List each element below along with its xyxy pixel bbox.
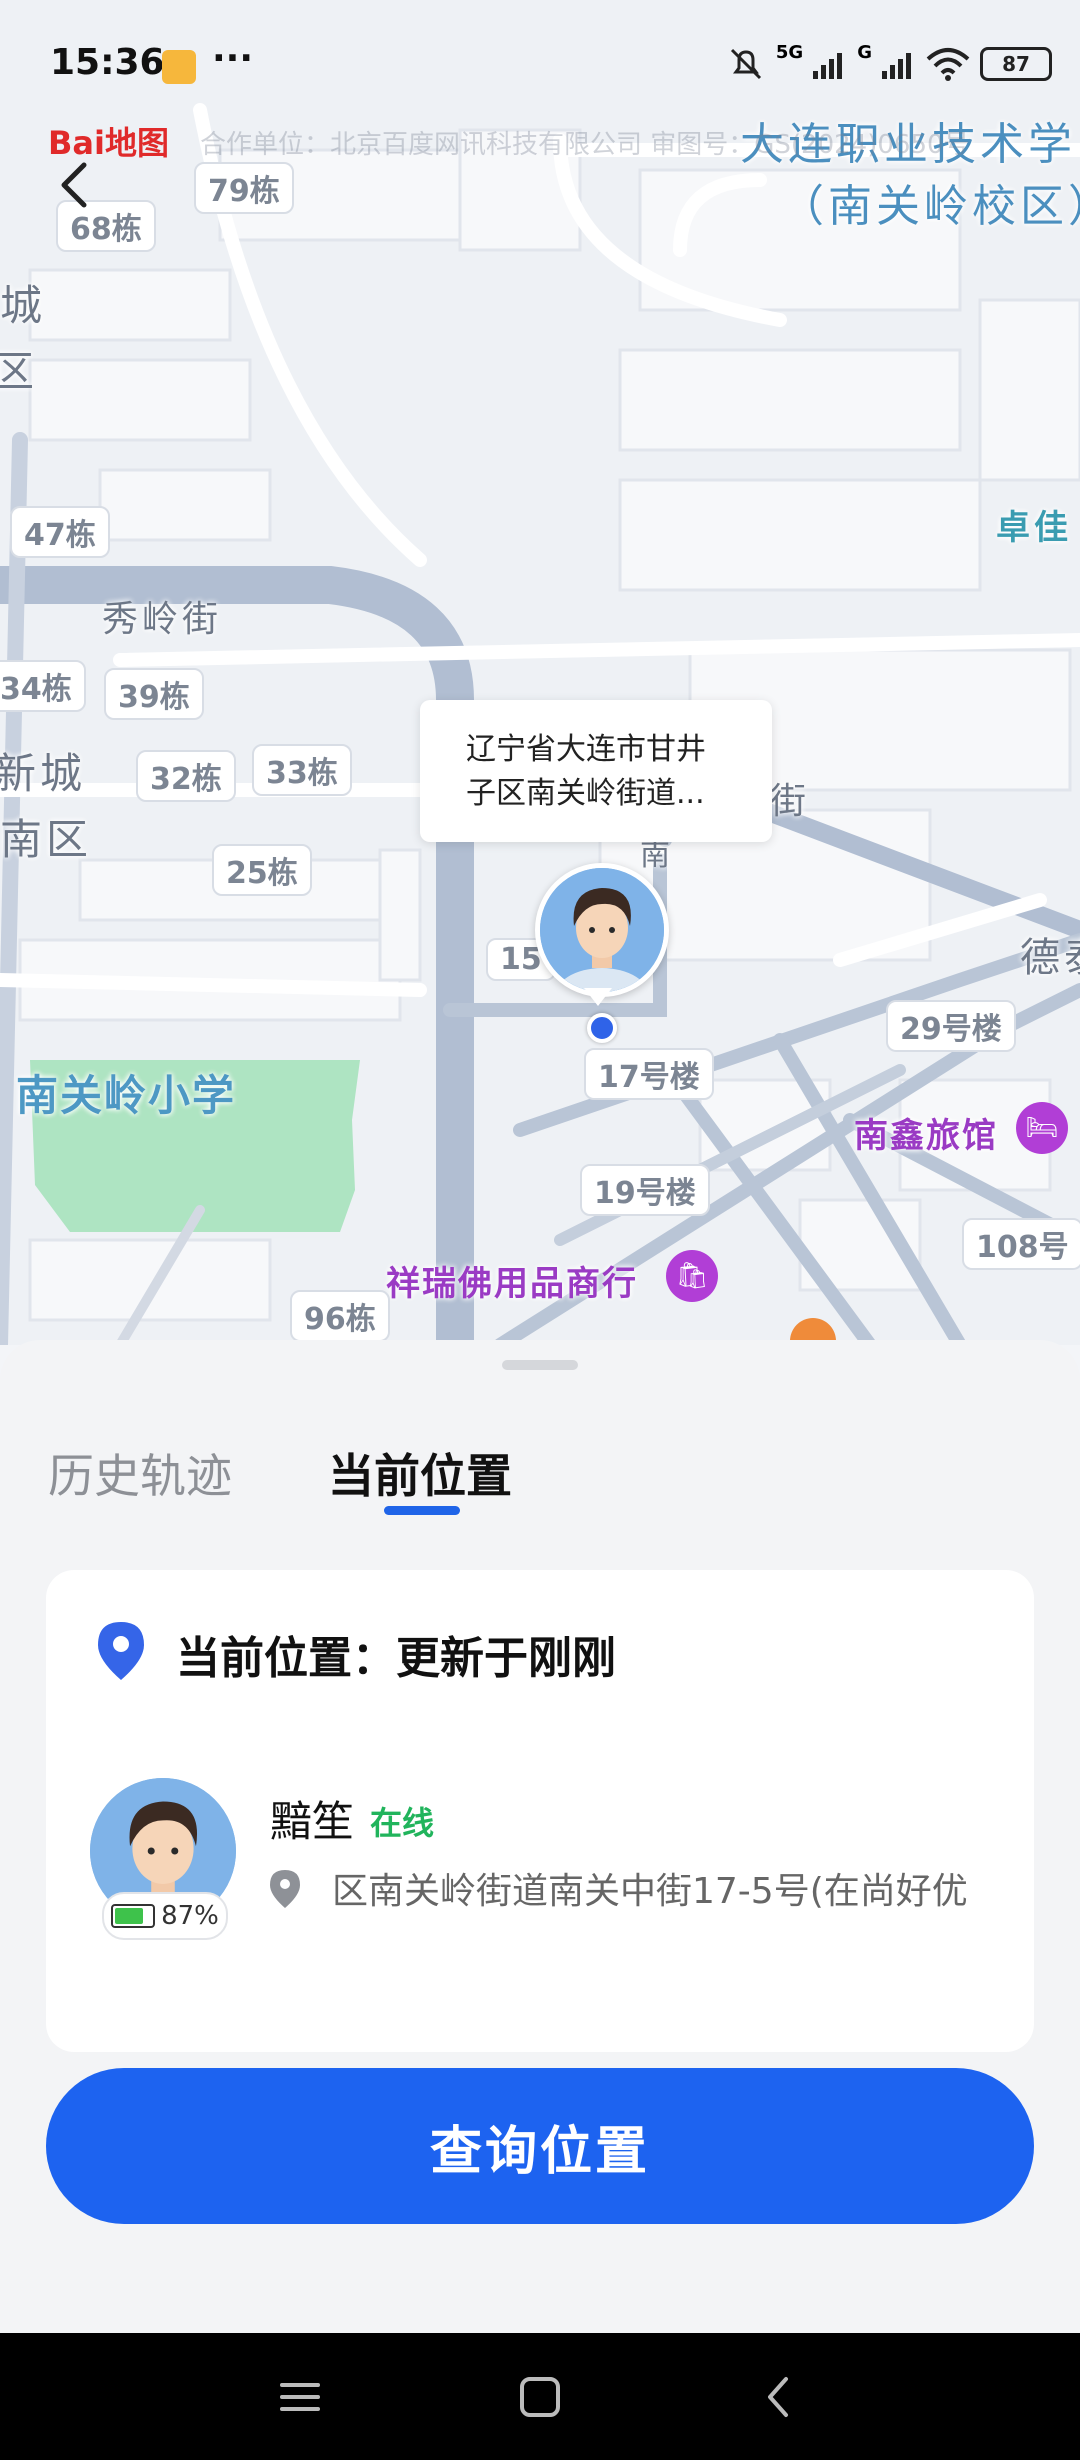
address-pin-icon <box>270 1870 300 1908</box>
building-tag: 25栋 <box>212 844 312 896</box>
building-tag: 32栋 <box>136 750 236 802</box>
popup-address-line2: 子区南关岭街道... <box>466 776 705 811</box>
location-pin-icon <box>98 1622 144 1680</box>
status-icons: 5G G 87 <box>726 41 1052 84</box>
menu-icon[interactable] <box>272 2369 328 2425</box>
status-bar: 15:36 ··· 5G G 87 <box>0 0 1080 130</box>
back-nav-icon[interactable] <box>752 2369 808 2425</box>
map-street-label: 秀岭街 <box>102 599 223 640</box>
popup-address-line1: 辽宁省大连市甘井 <box>466 732 706 767</box>
query-location-button[interactable]: 查询位置 <box>46 2068 1034 2224</box>
battery-icon: 87 <box>980 47 1052 81</box>
user-name: 黯笙 <box>270 1797 355 1846</box>
building-tag: 47栋 <box>10 506 110 558</box>
tab-history[interactable]: 历史轨迹 <box>48 1440 232 1506</box>
hotel-icon[interactable]: 🛏 <box>1016 1102 1068 1154</box>
signal-icon <box>813 53 843 79</box>
poi-college-label-line2[interactable]: （南关岭校区） <box>780 170 1080 234</box>
network-g-label: G <box>857 41 872 63</box>
status-time: 15:36 <box>50 42 165 83</box>
building-tag: 17号楼 <box>584 1048 714 1100</box>
wifi-icon <box>926 48 970 81</box>
map-street-label: 街 <box>770 781 811 822</box>
map-area-label: 城 <box>0 281 47 330</box>
building-tag: 96栋 <box>290 1290 390 1342</box>
location-popup[interactable]: 辽宁省大连市甘井 子区南关岭街道... <box>420 700 772 842</box>
location-card: 当前位置：更新于刚刚 87% 黯笙 在线 区南关岭街道南关中街17-5号(在尚好… <box>46 1570 1034 2052</box>
bottom-sheet: 历史轨迹 当前位置 当前位置：更新于刚刚 87% 黯笙 在线 区南关岭街道南关中… <box>0 1340 1080 2333</box>
battery-level: 87 <box>1002 52 1030 76</box>
map-area-label: 新城 <box>0 749 87 798</box>
building-tag: 79栋 <box>194 162 294 214</box>
more-notifications-icon: ··· <box>212 38 254 79</box>
user-avatar-marker[interactable] <box>535 863 669 997</box>
poi-hotel-label[interactable]: 南鑫旅馆 <box>854 1108 998 1157</box>
network-5g-label: 5G <box>775 41 804 63</box>
card-title: 当前位置：更新于刚刚 <box>176 1633 616 1684</box>
map-view[interactable]: 城 区 秀岭街 新城 南区 街 南 大连职业技术学 （南关岭校区） 卓佳 德泰 … <box>0 0 1080 1345</box>
poi-shop-label[interactable]: 祥瑞佛用品商行 <box>386 1256 638 1305</box>
poi-zhuojia-label[interactable]: 卓佳 <box>996 500 1072 549</box>
building-tag: 39栋 <box>104 668 204 720</box>
building-tag: 29号楼 <box>886 1000 1016 1052</box>
poi-school-label[interactable]: 南关岭小学 <box>16 1062 236 1123</box>
shop-icon[interactable]: 🛍 <box>666 1250 718 1302</box>
building-tag: 33栋 <box>252 744 352 796</box>
tab-active-indicator <box>384 1506 460 1515</box>
system-nav-bar <box>0 2333 1080 2460</box>
back-icon[interactable] <box>48 155 108 215</box>
poi-de-label[interactable]: 德泰 <box>1020 925 1080 983</box>
notification-icon <box>162 50 196 84</box>
marker-tail <box>584 988 612 1006</box>
building-tag: 34栋 <box>0 660 86 712</box>
map-area-label: 南区 <box>0 815 93 864</box>
current-location-dot <box>587 1013 617 1043</box>
battery-icon <box>111 1904 156 1928</box>
user-battery-badge: 87% <box>102 1892 228 1940</box>
mute-bell-icon <box>730 48 761 80</box>
user-address[interactable]: 区南关岭街道南关中街17-5号(在尚好优 <box>332 1862 992 1914</box>
tab-current-location[interactable]: 当前位置 <box>328 1440 512 1506</box>
signal-icon <box>882 53 911 79</box>
user-battery-level: 87% <box>161 1901 219 1931</box>
map-area-label: 区 <box>0 347 39 396</box>
home-icon[interactable] <box>512 2369 568 2425</box>
building-tag: 108号 <box>962 1218 1080 1270</box>
online-status-badge: 在线 <box>370 1804 435 1842</box>
drag-handle[interactable] <box>502 1360 578 1370</box>
avatar-icon <box>540 868 664 992</box>
building-tag: 19号楼 <box>580 1164 710 1216</box>
